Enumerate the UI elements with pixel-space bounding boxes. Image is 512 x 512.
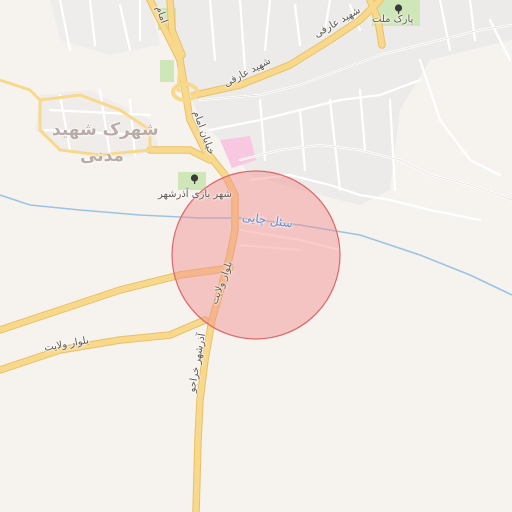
map-view[interactable]: پارک ملت شهید عارفی شهید عارفی امام خیاب… bbox=[0, 0, 512, 512]
park-area-2 bbox=[160, 60, 174, 82]
label-khiyaban-emam: خیابان امام bbox=[190, 109, 217, 157]
label-madani: مدنی bbox=[80, 146, 124, 166]
label-shahid-arefi-lower: شهید عارفی bbox=[222, 55, 273, 90]
label-river: سئل چایی bbox=[241, 209, 294, 231]
label-park-mellat: پارک ملت bbox=[372, 14, 414, 25]
label-azarshahr-kharvan: آذرشهر خراجو bbox=[186, 332, 208, 394]
label-bolvar-velayat-left: بلوار ولایت bbox=[43, 335, 90, 354]
label-shahid-arefi-upper: شهید عارفی bbox=[312, 4, 363, 41]
label-shahr-bazi: شهر بازی آذرشهر bbox=[158, 189, 232, 200]
label-emam: امام bbox=[153, 4, 170, 25]
tree-icon bbox=[190, 174, 199, 184]
label-bolvar-velayat-diagonal: بلوار ولایت bbox=[209, 259, 236, 306]
label-shahrak-shahid: شهرک شهید bbox=[52, 120, 159, 140]
